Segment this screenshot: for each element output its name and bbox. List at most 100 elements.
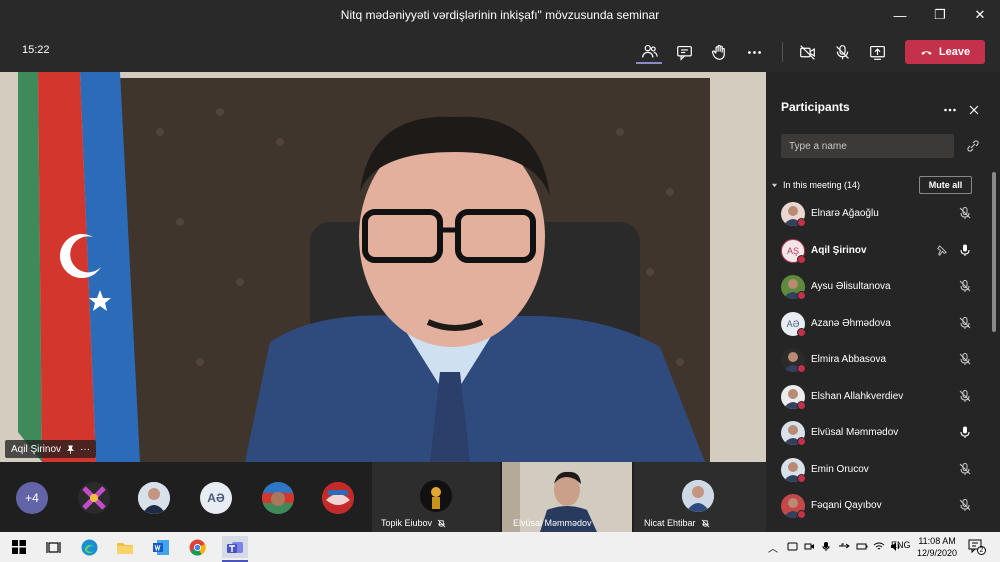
panel-more-icon[interactable] [944,108,956,112]
tile-name: Topik Eiubov [381,518,446,528]
raise-hand-icon[interactable] [706,40,732,64]
main-video[interactable] [0,72,766,462]
mic-on-icon[interactable] [958,243,972,257]
tile-name: Nicat Ehtibar [644,518,710,528]
participant-row[interactable]: AƏ Azanə Əhmədova [766,306,990,342]
video-tile[interactable]: Elvüsal Məmmədov [502,462,632,532]
mic-off-icon [701,519,709,527]
presence-status-dot [797,327,806,337]
presence-status-dot [797,218,806,227]
close-button[interactable]: ✕ [960,0,1000,30]
tile-name-label: Elvüsal Məmmədov [513,518,592,528]
search-participants-input[interactable]: Type a name [781,134,954,158]
language-indicator[interactable]: ENG [891,540,911,550]
participants-icon[interactable] [636,40,662,64]
more-options-icon[interactable] [741,40,767,64]
notifications-icon[interactable]: 2 [968,538,986,555]
participant-avatar [420,480,452,512]
speaker-video-image [0,72,766,462]
task-view-icon[interactable] [42,536,64,558]
mic-off-icon[interactable] [958,389,972,403]
tile-name: Elvüsal Məmmədov [513,518,592,528]
system-clock[interactable]: 11:08 AM 12/9/2020 [917,535,957,559]
participant-row[interactable]: AŞ Aqil Şirinov [766,233,990,269]
title-bar: Nitq mədəniyyəti vərdişlərinin inkişafı"… [0,0,1000,30]
windows-start-icon[interactable] [8,536,30,558]
participant-row[interactable]: Elnarə Ağaoğlu [766,196,990,232]
participant-initials-avatar[interactable]: AƏ [200,482,232,514]
participant-row[interactable]: Fəqani Qayıbov [766,488,990,524]
chat-icon[interactable] [671,40,697,64]
file-explorer-icon[interactable] [114,536,136,558]
overflow-participants-button[interactable]: +4 [16,482,48,514]
participant-row[interactable]: Elmira Abbasova [766,342,990,378]
tile-name-label: Nicat Ehtibar [644,518,696,528]
participant-row[interactable]: Aysu Əlisultanova [766,269,990,305]
mute-all-button[interactable]: Mute all [919,176,972,194]
tile-name-label: Topik Eiubov [381,518,433,528]
participant-avatar[interactable] [262,482,294,514]
mic-off-icon[interactable] [829,40,855,64]
edge-browser-icon[interactable] [78,536,100,558]
avatar-image [682,480,714,512]
participant-name: Fəqani Qayıbov [811,500,882,511]
leave-label: Leave [938,46,971,58]
meeting-toolbar: 15:22 Leave [0,30,1000,72]
window-title: Nitq mədəniyyəti vərdişlərinin inkişafı"… [340,8,660,22]
video-tile[interactable]: Nicat Ehtibar [634,462,766,532]
participant-row[interactable]: Emin Orucov [766,452,990,488]
mic-off-icon[interactable] [958,498,972,512]
phone-hangup-icon [921,50,932,55]
wifi-icon[interactable] [873,541,885,552]
tray-app-icon[interactable] [787,541,798,552]
word-icon[interactable] [150,536,172,558]
presence-status-dot [797,400,806,410]
section-header[interactable]: In this meeting (14) [771,180,860,190]
avatar-image [138,482,170,514]
participant-avatar [682,480,714,512]
speaker-name-tag: Aqil Şirinov ··· [5,440,97,458]
pin-icon [66,445,75,454]
share-invite-icon[interactable] [966,139,980,153]
participant-avatar[interactable] [138,482,170,514]
tray-usb-icon[interactable] [838,541,850,552]
scrollbar[interactable] [992,172,996,332]
notification-count: 2 [977,546,986,555]
minimize-button[interactable]: — [880,0,920,30]
mic-on-icon[interactable] [958,425,972,439]
mic-off-icon[interactable] [958,206,972,220]
section-label: In this meeting (14) [783,180,861,190]
participant-avatar[interactable] [78,482,110,514]
close-panel-icon[interactable] [969,105,979,115]
participant-row[interactable]: Elshan Allahkverdiev [766,379,990,415]
tray-mic-icon[interactable] [821,541,831,552]
share-screen-icon[interactable] [864,40,890,64]
pin-icon[interactable] [935,244,948,257]
battery-icon[interactable] [856,541,868,552]
presence-status-dot [797,291,806,300]
tray-chevron-icon[interactable]: ︿ [768,540,778,555]
tray-camera-icon[interactable] [804,541,815,552]
participant-avatar[interactable] [322,482,354,514]
maximize-button[interactable]: ❐ [920,0,960,30]
mic-off-icon[interactable] [958,352,972,366]
teams-icon[interactable] [222,536,248,558]
mic-off-icon[interactable] [958,279,972,293]
participant-row[interactable]: Elvüsal Məmmədov [766,415,990,451]
speaker-more-options[interactable]: ··· [80,444,90,455]
speaker-name: Aqil Şirinov [11,443,62,455]
avatar-image [322,482,354,514]
participants-panel: Participants Type a name In this meeting… [766,72,1000,532]
participant-name: Elvüsal Məmmədov [811,427,899,438]
leave-button[interactable]: Leave [905,40,985,64]
meeting-timer: 15:22 [22,44,50,56]
mic-off-icon[interactable] [958,316,972,330]
video-tile[interactable]: Topik Eiubov [372,462,500,532]
mic-off-icon[interactable] [958,462,972,476]
camera-off-icon[interactable] [794,40,820,64]
window-controls: — ❐ ✕ [880,0,1000,30]
presence-status-dot [797,437,806,446]
chrome-icon[interactable] [186,536,208,558]
presence-status-dot [797,364,806,373]
taskbar: ︿ ENG 11:08 AM 12/9/2020 2 [0,532,1000,562]
